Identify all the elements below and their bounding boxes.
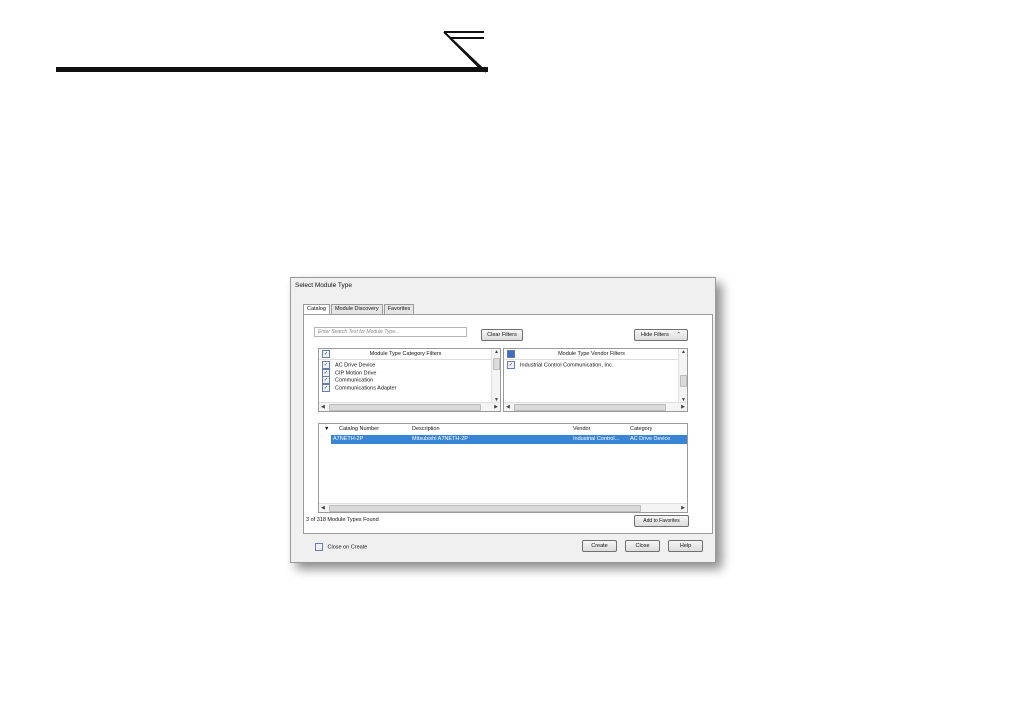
catalog-panel: Enter Search Text for Module Type... Cle…	[303, 314, 713, 534]
scroll-thumb[interactable]	[329, 505, 641, 512]
hide-filters-button[interactable]: Hide Filters ⌃	[634, 329, 688, 341]
sort-arrow-icon[interactable]: ▼	[324, 425, 329, 434]
checkbox[interactable]: ✓	[322, 383, 330, 392]
vendor-horizontal-scrollbar[interactable]: ◀ ▶	[504, 402, 687, 411]
table-row[interactable]: A7NETH-2P Mitsubishi A7NETH-2P Industria…	[331, 435, 687, 444]
scroll-up-icon[interactable]: ▲	[681, 349, 686, 355]
module-results-table: ▼ Catalog Number Description Vendor Cate…	[318, 423, 688, 513]
clear-filters-button[interactable]: Clear Filters	[481, 329, 523, 341]
tab-favorites[interactable]: Favorites	[383, 304, 415, 314]
category-filter-item[interactable]: ✓ Communications Adapter	[322, 383, 396, 392]
scroll-thumb[interactable]	[493, 358, 500, 370]
results-horizontal-scrollbar[interactable]: ◀ ▶	[319, 503, 687, 512]
category-filters-list: ✓ Module Type Category Filters ✓ AC Drive…	[318, 348, 501, 412]
scroll-right-icon[interactable]: ▶	[681, 505, 685, 511]
vendor-filters-list: Module Type Vendor Filters ✓ Industrial C…	[503, 348, 688, 412]
add-to-favorites-button[interactable]: Add to Favorites	[634, 515, 689, 527]
close-on-create-label: Close on Create	[327, 544, 368, 551]
scroll-thumb[interactable]	[329, 404, 481, 411]
scroll-thumb[interactable]	[514, 404, 666, 411]
column-header[interactable]: Catalog Number	[339, 425, 379, 434]
select-module-type-dialog: Select Module Type Catalog Module Discov…	[290, 277, 716, 563]
search-input[interactable]: Enter Search Text for Module Type...	[314, 327, 467, 337]
category-filter-item[interactable]: ✓ CIP Motion Drive	[322, 368, 396, 377]
tab-bar: Catalog Module Discovery Favorites	[303, 304, 415, 315]
vendor-vertical-scrollbar[interactable]: ▲ ▼	[678, 349, 687, 403]
scroll-left-icon[interactable]: ◀	[506, 404, 510, 410]
scroll-right-icon[interactable]: ▶	[681, 404, 685, 410]
hide-filters-label: Hide Filters	[641, 332, 669, 338]
category-filter-item[interactable]: ✓ Communication	[322, 376, 396, 384]
column-header[interactable]: Category	[630, 425, 652, 434]
close-on-create-checkbox[interactable]	[315, 543, 323, 551]
vendor-filter-item[interactable]: ✓ Industrial Control Communication, Inc.	[507, 361, 613, 369]
create-button[interactable]: Create	[582, 540, 617, 552]
checkbox[interactable]: ✓	[507, 361, 515, 369]
scroll-left-icon[interactable]: ◀	[321, 404, 325, 410]
double-chevron-up-icon: ⌃	[676, 332, 681, 338]
tab-module-discovery[interactable]: Module Discovery	[330, 304, 383, 314]
column-header[interactable]: Vendor	[573, 425, 590, 434]
category-horizontal-scrollbar[interactable]: ◀ ▶	[319, 402, 500, 411]
page-header-rule	[56, 67, 488, 72]
dialog-title: Select Module Type	[295, 282, 352, 289]
vendor-filters-header: Module Type Vendor Filters	[504, 349, 679, 360]
category-filter-item[interactable]: ✓ AC Drive Device	[322, 361, 396, 369]
scroll-right-icon[interactable]: ▶	[494, 404, 498, 410]
category-vertical-scrollbar[interactable]: ▲ ▼	[491, 349, 500, 403]
close-on-create-option[interactable]: Close on Create	[315, 543, 367, 551]
page-corner-mark-icon	[443, 31, 487, 73]
scroll-left-icon[interactable]: ◀	[321, 505, 325, 511]
close-button[interactable]: Close	[625, 540, 660, 552]
column-header[interactable]: Description	[412, 425, 440, 434]
help-button[interactable]: Help	[668, 540, 703, 552]
module-count-text: 3 of 318 Module Types Found	[306, 517, 379, 523]
scroll-thumb[interactable]	[680, 375, 687, 387]
scroll-up-icon[interactable]: ▲	[494, 349, 499, 355]
category-filters-header: Module Type Category Filters	[319, 349, 492, 360]
table-header: ▼ Catalog Number Description Vendor Cate…	[319, 425, 687, 434]
